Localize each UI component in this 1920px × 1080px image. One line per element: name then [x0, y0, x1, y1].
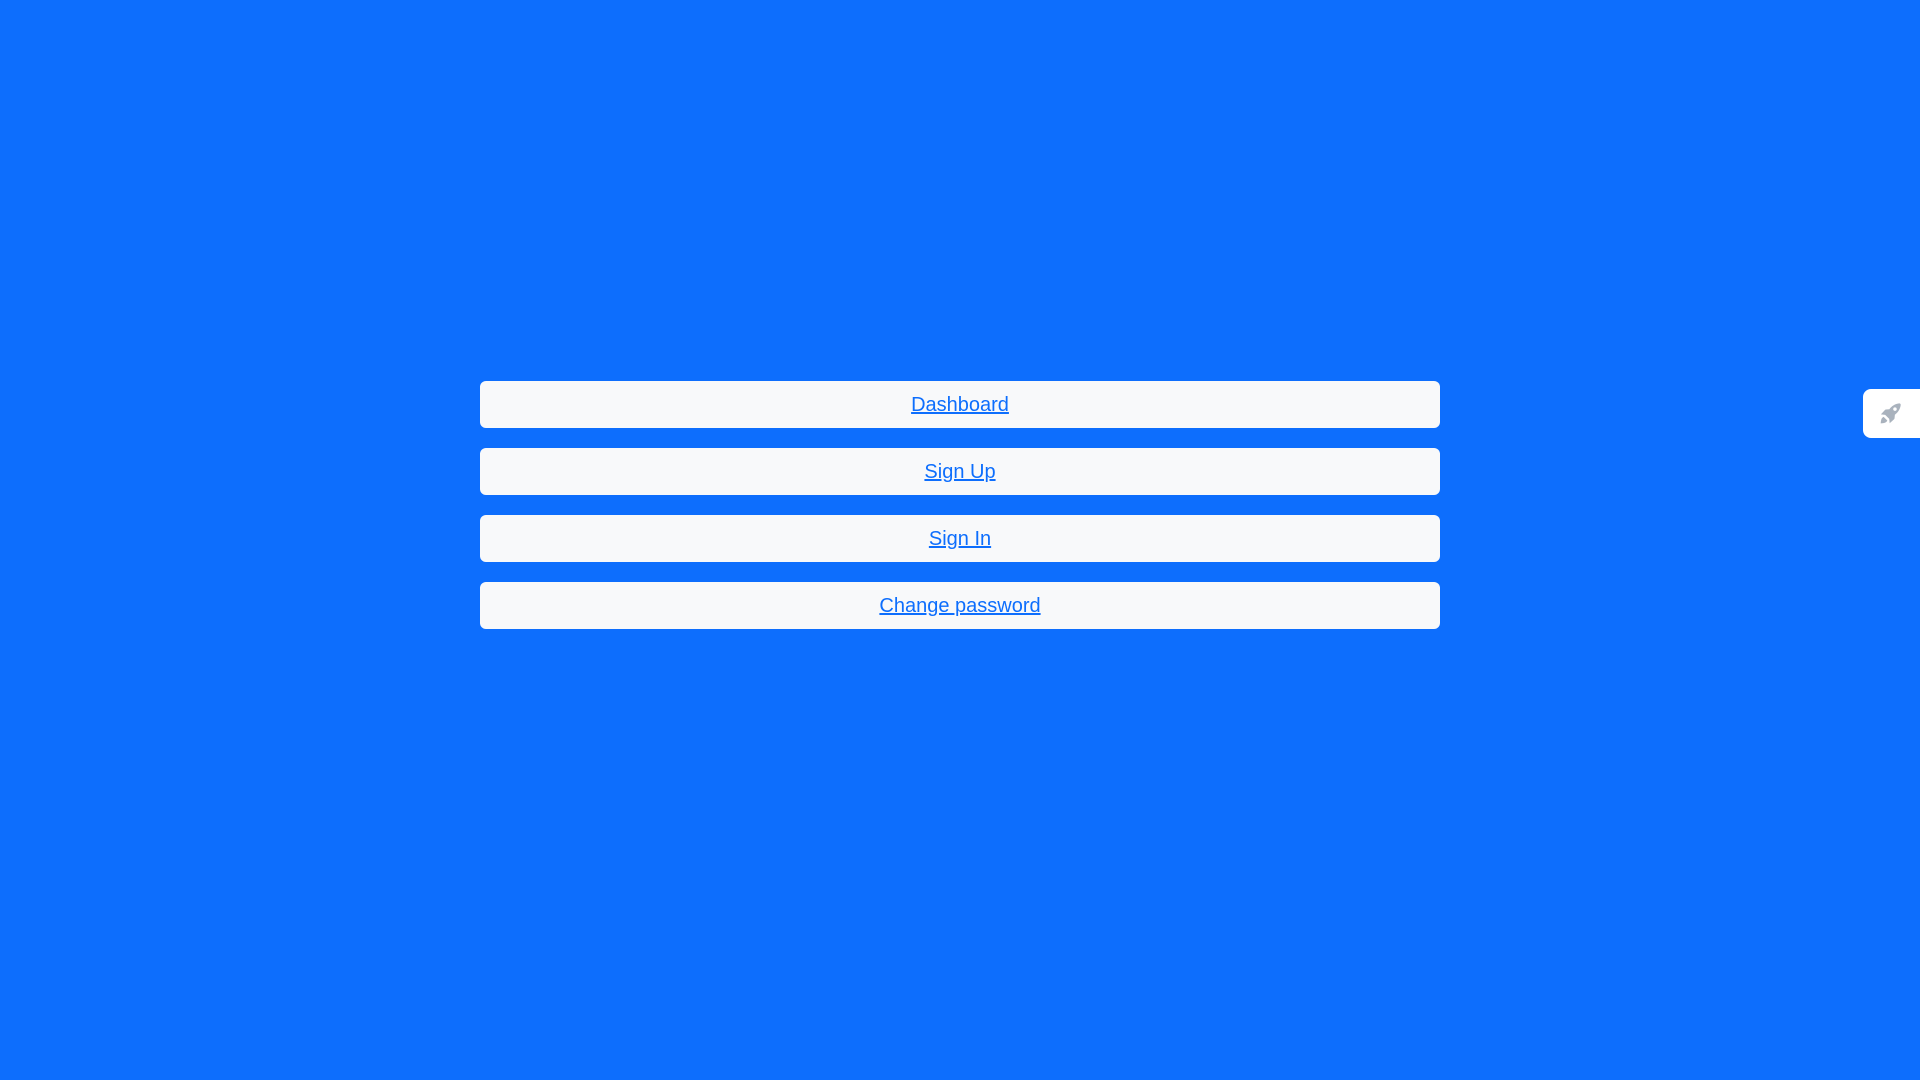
navigation-list: Dashboard Sign Up Sign In Change passwor… [480, 381, 1440, 629]
rocket-icon [1877, 401, 1903, 427]
page-background: Dashboard Sign Up Sign In Change passwor… [0, 0, 1920, 1080]
nav-card-sign-up[interactable]: Sign Up [480, 448, 1440, 495]
nav-card-change-password[interactable]: Change password [480, 582, 1440, 629]
nav-card-sign-in[interactable]: Sign In [480, 515, 1440, 562]
change-password-link[interactable]: Change password [879, 596, 1040, 616]
dashboard-link[interactable]: Dashboard [911, 395, 1009, 415]
sign-in-link[interactable]: Sign In [929, 529, 991, 549]
sign-up-link[interactable]: Sign Up [924, 462, 995, 482]
nav-card-dashboard[interactable]: Dashboard [480, 381, 1440, 428]
side-widget-tab[interactable] [1863, 389, 1920, 438]
